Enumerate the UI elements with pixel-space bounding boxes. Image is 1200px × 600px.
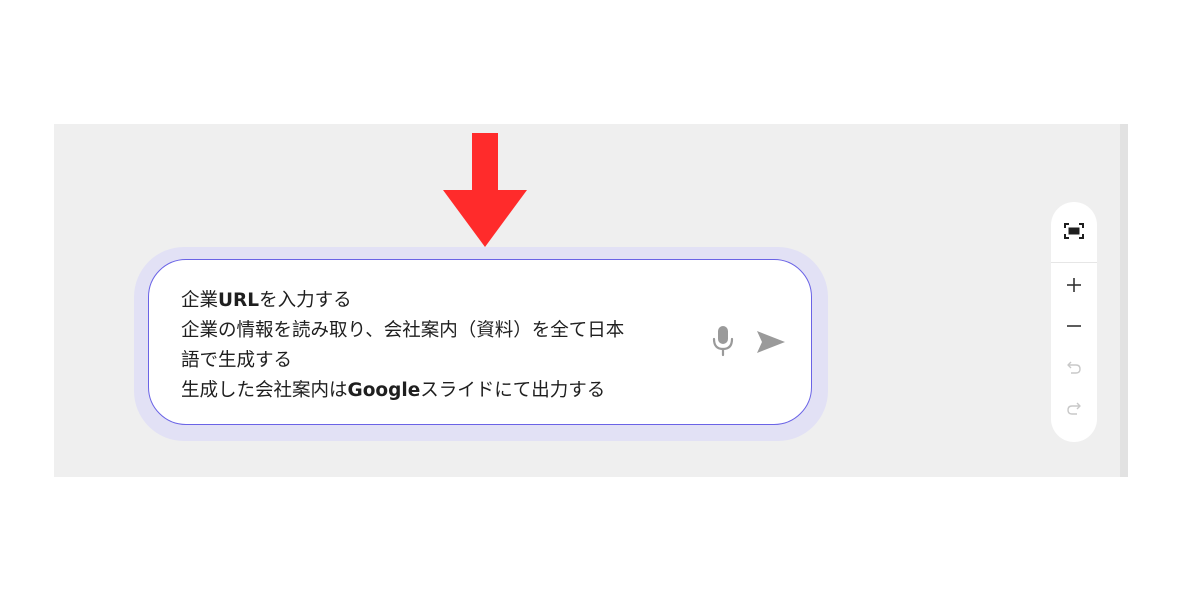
minus-icon[interactable] <box>1062 314 1086 338</box>
prompt-line-2: 企業の情報を読み取り、会社案内（資料）を全て日本 <box>181 320 625 341</box>
prompt-line-1-suffix: を入力する <box>259 290 352 311</box>
zoom-panel <box>1051 202 1097 442</box>
redo-icon[interactable] <box>1062 396 1086 420</box>
prompt-line-3: 語で生成する <box>181 350 293 371</box>
plus-icon[interactable] <box>1062 273 1086 297</box>
prompt-line-1-bold: URL <box>218 290 260 311</box>
undo-icon[interactable] <box>1062 355 1086 379</box>
prompt-line-1: 企業URLを入力する <box>181 286 681 316</box>
prompt-text[interactable]: 企業URLを入力する 企業の情報を読み取り、会社案内（資料）を全て日本 語で生成… <box>181 286 681 406</box>
prompt-line-4-suffix: スライドにて出力する <box>420 380 606 401</box>
zoom-divider <box>1051 262 1097 263</box>
canvas-scrollbar[interactable] <box>1120 124 1128 477</box>
prompt-line-4: 生成した会社案内はGoogleスライドにて出力する <box>181 376 681 406</box>
microphone-icon[interactable] <box>709 324 737 358</box>
prompt-input[interactable]: 企業URLを入力する 企業の情報を読み取り、会社案内（資料）を全て日本 語で生成… <box>148 259 812 425</box>
prompt-line-4-bold: Google <box>347 380 421 401</box>
down-arrow-icon <box>443 133 527 247</box>
fit-screen-icon[interactable] <box>1062 219 1086 243</box>
prompt-line-1-prefix: 企業 <box>181 290 219 311</box>
prompt-line-4-prefix: 生成した会社案内は <box>181 380 348 401</box>
send-icon[interactable] <box>755 328 787 356</box>
